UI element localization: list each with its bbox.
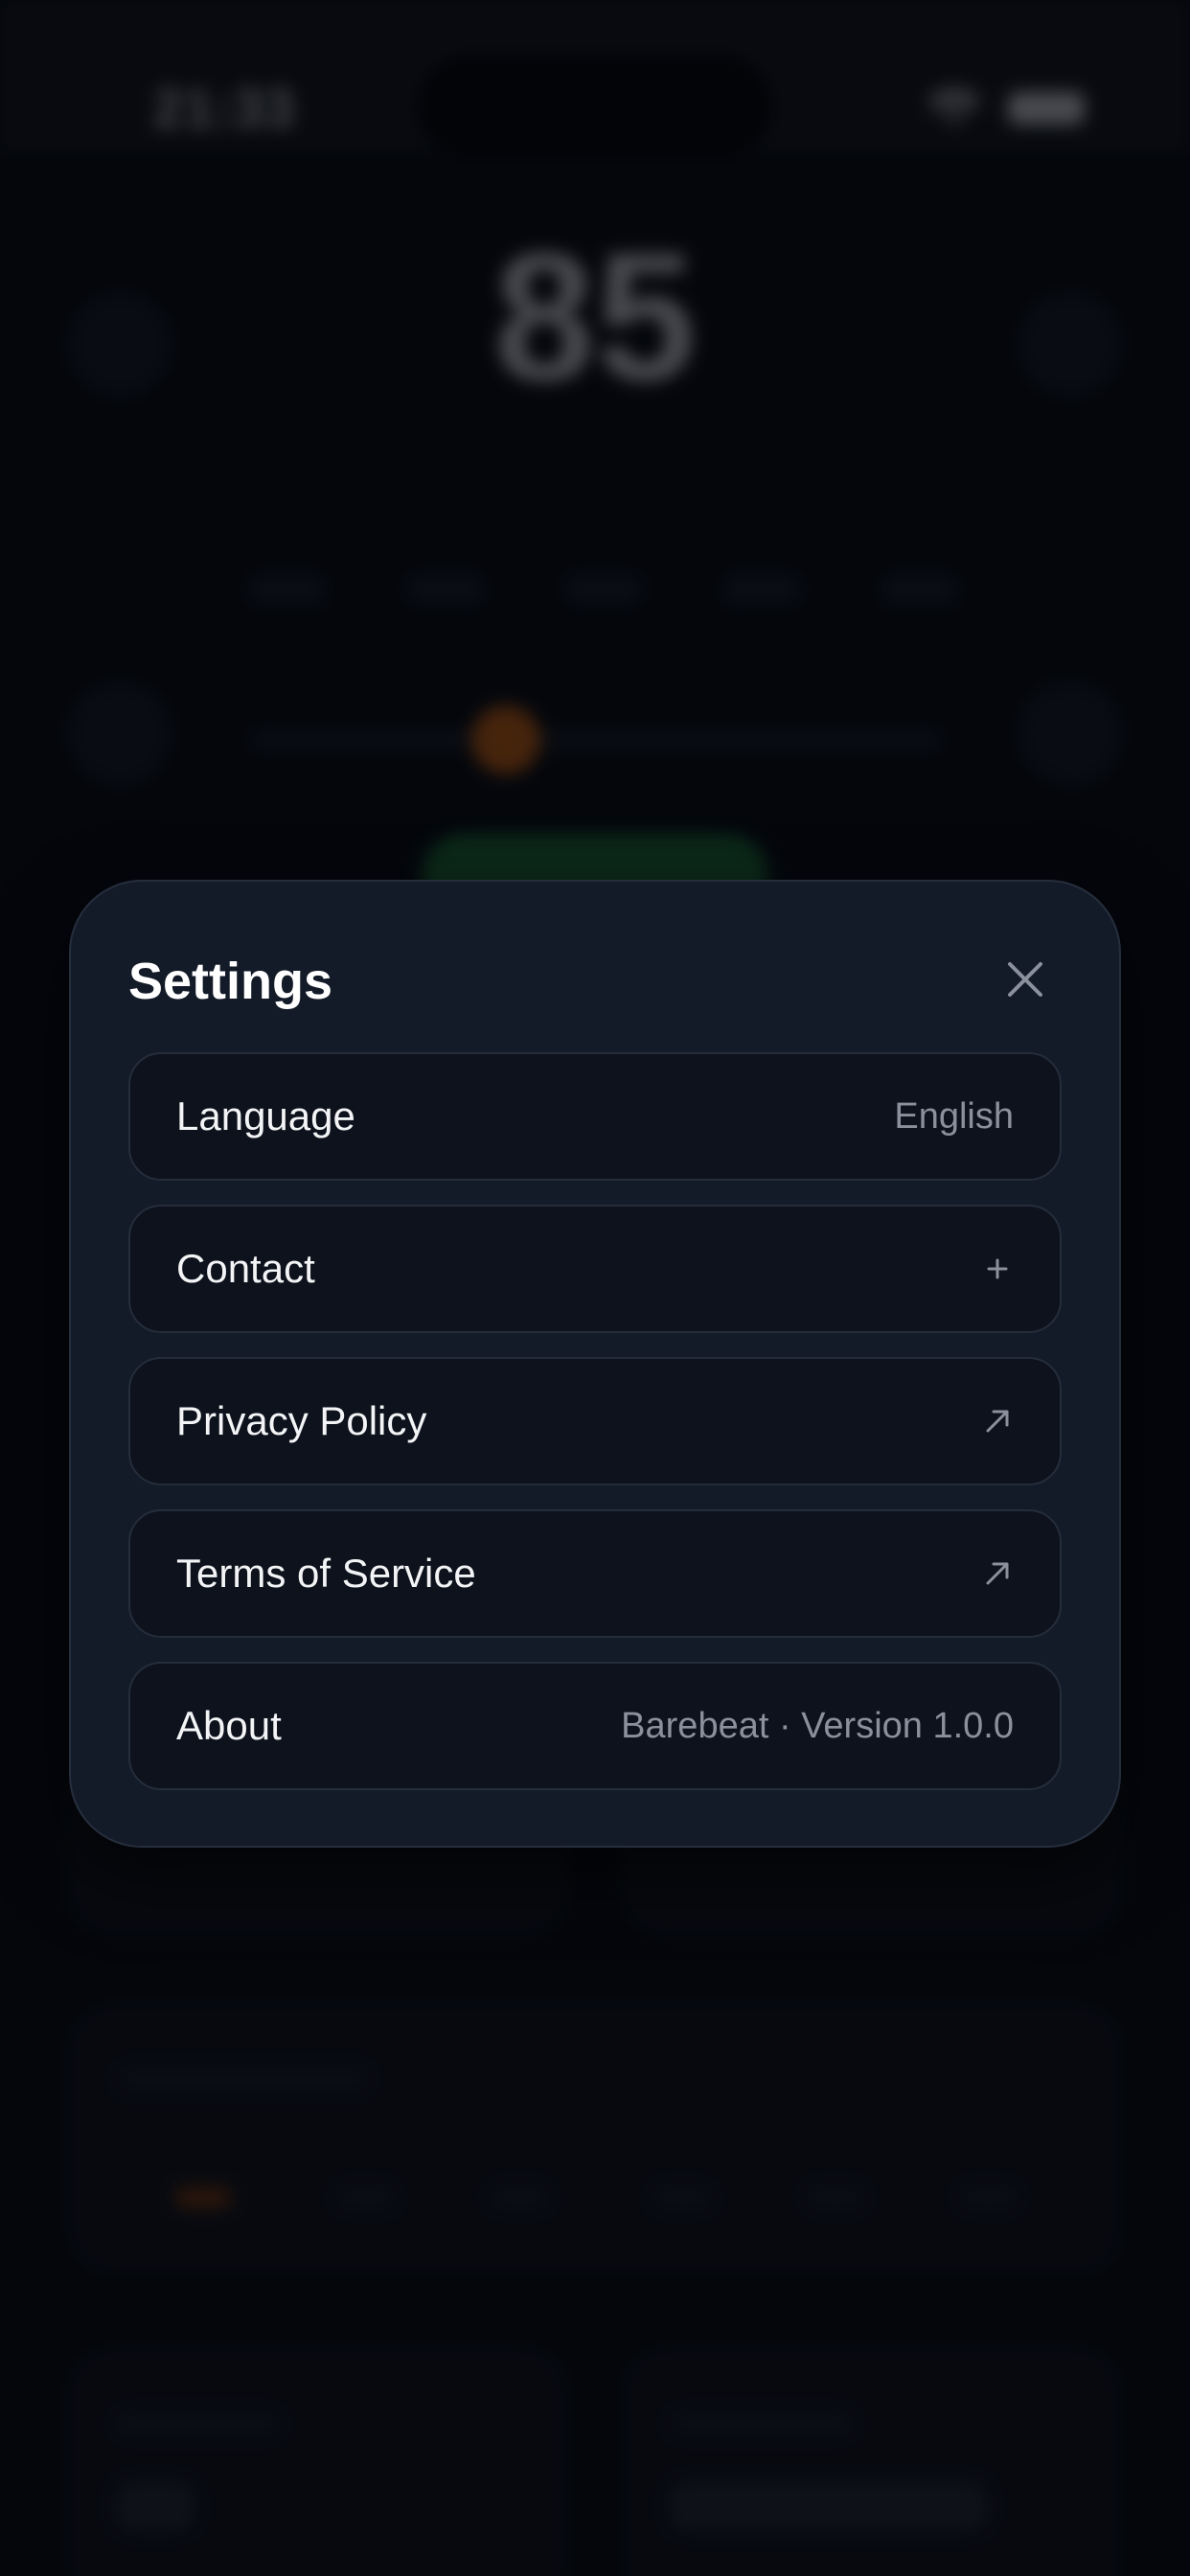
arrow-up-right-icon [981,1557,1014,1590]
settings-title: Settings [128,953,333,1010]
close-icon [1008,962,1042,997]
settings-modal: Settings Language English Contact Privac… [69,880,1121,1848]
row-label: Contact [176,1246,315,1291]
settings-row-privacy-policy[interactable]: Privacy Policy [128,1357,1062,1485]
settings-row-language[interactable]: Language English [128,1052,1062,1181]
close-button[interactable] [995,949,1056,1010]
settings-row-about[interactable]: About Barebeat · Version 1.0.0 [128,1662,1062,1790]
row-label: Privacy Policy [176,1398,427,1443]
settings-list: Language English Contact Privacy Policy [128,1052,1062,1814]
screen: 21:33 85 Settings Language English Conta… [0,0,1190,2576]
about-value: Barebeat · Version 1.0.0 [621,1705,1014,1746]
row-label: Terms of Service [176,1551,476,1596]
arrow-up-right-icon [981,1405,1014,1438]
settings-row-terms-of-service[interactable]: Terms of Service [128,1509,1062,1638]
language-value: English [894,1095,1014,1137]
settings-row-contact[interactable]: Contact [128,1205,1062,1333]
plus-icon [981,1253,1014,1285]
row-label: Language [176,1093,355,1138]
row-label: About [176,1703,282,1748]
